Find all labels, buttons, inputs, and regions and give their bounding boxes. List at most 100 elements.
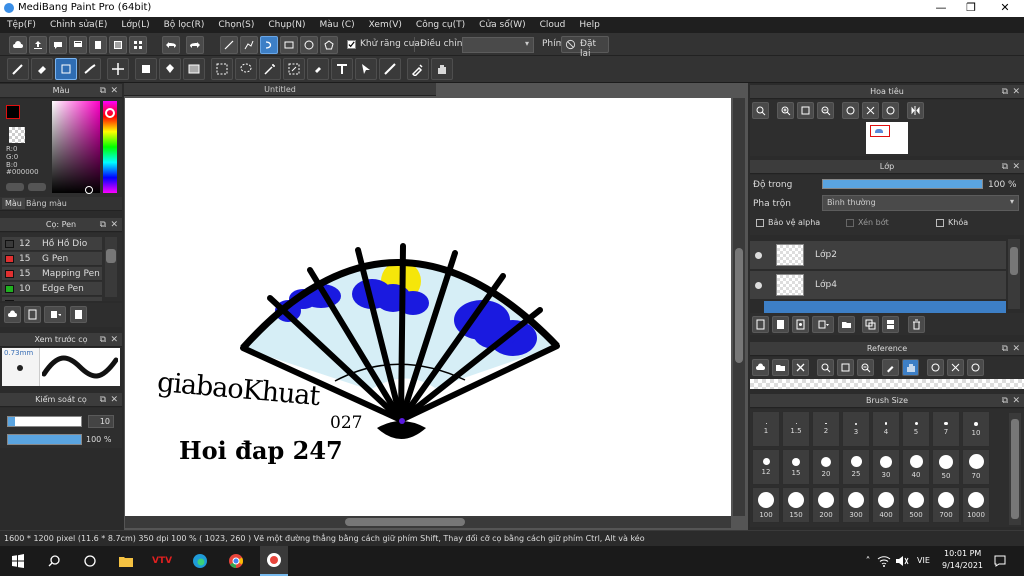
eye-icon[interactable]	[755, 252, 762, 259]
clock-date[interactable]: 9/14/2021	[942, 561, 983, 570]
open-folder-icon[interactable]	[772, 359, 789, 376]
menu-file[interactable]: Tệp(F)	[0, 17, 43, 33]
scrollbar-thumb[interactable]	[1010, 247, 1018, 275]
language-indicator[interactable]: VIE	[917, 556, 930, 565]
menu-capture[interactable]: Chụp(N)	[261, 17, 312, 33]
dot-tool-icon[interactable]	[55, 58, 77, 80]
scrollbar-thumb[interactable]	[345, 518, 465, 526]
new-brush-icon[interactable]	[24, 306, 41, 323]
blur-tool-icon[interactable]	[79, 58, 101, 80]
brush-size-option[interactable]: 20	[812, 449, 840, 485]
popout-icon[interactable]: ⧉	[100, 86, 106, 96]
hue-handle[interactable]	[105, 108, 115, 118]
fit-icon[interactable]	[797, 102, 814, 119]
scrollbar-thumb[interactable]	[106, 249, 116, 263]
zoom-in-icon[interactable]	[817, 359, 834, 376]
eyedropper-tool-icon[interactable]	[407, 58, 429, 80]
popout-icon[interactable]: ⧉	[1002, 344, 1008, 354]
scrollbar[interactable]	[1009, 413, 1021, 525]
eye-icon[interactable]	[755, 282, 762, 289]
zoom-out-icon[interactable]	[817, 102, 834, 119]
line-icon[interactable]	[220, 36, 238, 54]
drawing-canvas[interactable]: giabaoKhuat 027 Hoi đap 247	[125, 98, 731, 516]
rotate-right-icon[interactable]	[882, 102, 899, 119]
horizontal-scrollbar[interactable]	[125, 516, 731, 528]
brush-size-option[interactable]: 400	[872, 487, 900, 523]
menu-tools[interactable]: Công cụ(T)	[409, 17, 472, 33]
operation-tool-icon[interactable]	[355, 58, 377, 80]
tab-palette[interactable]: Bảng màu	[26, 199, 67, 208]
redo-icon[interactable]	[186, 36, 204, 54]
folder-icon[interactable]	[838, 316, 855, 333]
brush-size-option[interactable]: 2	[812, 411, 840, 447]
polyline-icon[interactable]	[240, 36, 258, 54]
brush-size-option[interactable]: 40	[902, 449, 930, 485]
flip-icon[interactable]	[907, 102, 924, 119]
medibang-app-icon[interactable]	[260, 546, 288, 576]
brush-size-option[interactable]: 1000	[962, 487, 990, 523]
move-tool-icon[interactable]	[107, 58, 129, 80]
layer-menu-icon[interactable]	[812, 316, 834, 333]
list-item[interactable]: 12 Hồ Hồ Dio	[2, 237, 102, 251]
zoom-out-icon[interactable]	[857, 359, 874, 376]
new-layer-icon[interactable]	[752, 316, 769, 333]
grid-icon[interactable]	[129, 36, 147, 54]
popout-icon[interactable]: ⧉	[100, 335, 106, 345]
blend-mode-dropdown[interactable]: Bình thường ▾	[822, 195, 1019, 211]
brush-size-option[interactable]: 4	[872, 411, 900, 447]
chrome-browser-icon[interactable]	[226, 551, 246, 571]
select-tool-icon[interactable]	[211, 58, 233, 80]
undo-icon[interactable]	[162, 36, 180, 54]
hand-tool-icon[interactable]	[431, 58, 453, 80]
close-icon[interactable]: ✕	[110, 86, 118, 96]
halftone-layer-icon[interactable]	[792, 316, 809, 333]
vertical-scrollbar[interactable]	[733, 98, 745, 516]
brush-menu-icon[interactable]	[44, 306, 66, 323]
brush-size-option[interactable]: 50	[932, 449, 960, 485]
eyedropper-icon[interactable]	[882, 359, 899, 376]
brush-size-value[interactable]: 10	[88, 415, 114, 428]
bucket-tool-icon[interactable]	[159, 58, 181, 80]
fit-icon[interactable]	[837, 359, 854, 376]
close-button[interactable]: ✕	[990, 0, 1020, 17]
color-picker-handle[interactable]	[85, 186, 93, 194]
lasso-tool-icon[interactable]	[235, 58, 257, 80]
select-pen-tool-icon[interactable]	[283, 58, 305, 80]
layer-opacity-slider[interactable]	[822, 179, 983, 189]
comment-icon[interactable]	[49, 36, 67, 54]
reset-button[interactable]: Đặt lại	[561, 36, 609, 59]
menu-view[interactable]: Xem(V)	[362, 17, 409, 33]
duplicate-layer-icon[interactable]	[862, 316, 879, 333]
eraser-tool-icon[interactable]	[31, 58, 53, 80]
close-icon[interactable]: ✕	[1012, 87, 1020, 97]
menu-filter[interactable]: Bộ lọc(R)	[157, 17, 212, 33]
close-reference-icon[interactable]	[792, 359, 809, 376]
trash-icon[interactable]	[908, 316, 925, 333]
polygon-icon[interactable]	[320, 36, 338, 54]
brush-size-option[interactable]: 10	[962, 411, 990, 447]
layer-row-selected[interactable]	[764, 301, 1006, 313]
ellipse-icon[interactable]	[300, 36, 318, 54]
gradient-tool-icon[interactable]	[183, 58, 205, 80]
brush-size-slider[interactable]	[7, 416, 82, 427]
foreground-color-swatch[interactable]	[6, 105, 20, 119]
merge-layer-icon[interactable]	[882, 316, 899, 333]
popout-icon[interactable]: ⧉	[100, 395, 106, 405]
select-eraser-tool-icon[interactable]	[307, 58, 329, 80]
brush-size-option[interactable]: 25	[842, 449, 870, 485]
upload-icon[interactable]	[29, 36, 47, 54]
reference-image-area[interactable]	[750, 379, 1024, 389]
search-icon[interactable]	[44, 551, 64, 571]
new-color-layer-icon[interactable]	[772, 316, 789, 333]
edge-browser-icon[interactable]	[190, 551, 210, 571]
brush-size-option[interactable]: 1.5	[782, 411, 810, 447]
document-icon[interactable]	[89, 36, 107, 54]
notification-icon[interactable]	[990, 551, 1010, 571]
menu-cloud[interactable]: Cloud	[533, 17, 573, 33]
popout-icon[interactable]: ⧉	[100, 220, 106, 230]
cloud-brush-icon[interactable]	[4, 306, 21, 323]
minimize-button[interactable]: —	[926, 0, 956, 17]
divide-tool-icon[interactable]	[379, 58, 401, 80]
speaker-icon[interactable]	[892, 551, 912, 571]
rotate-reset-icon[interactable]	[862, 102, 879, 119]
